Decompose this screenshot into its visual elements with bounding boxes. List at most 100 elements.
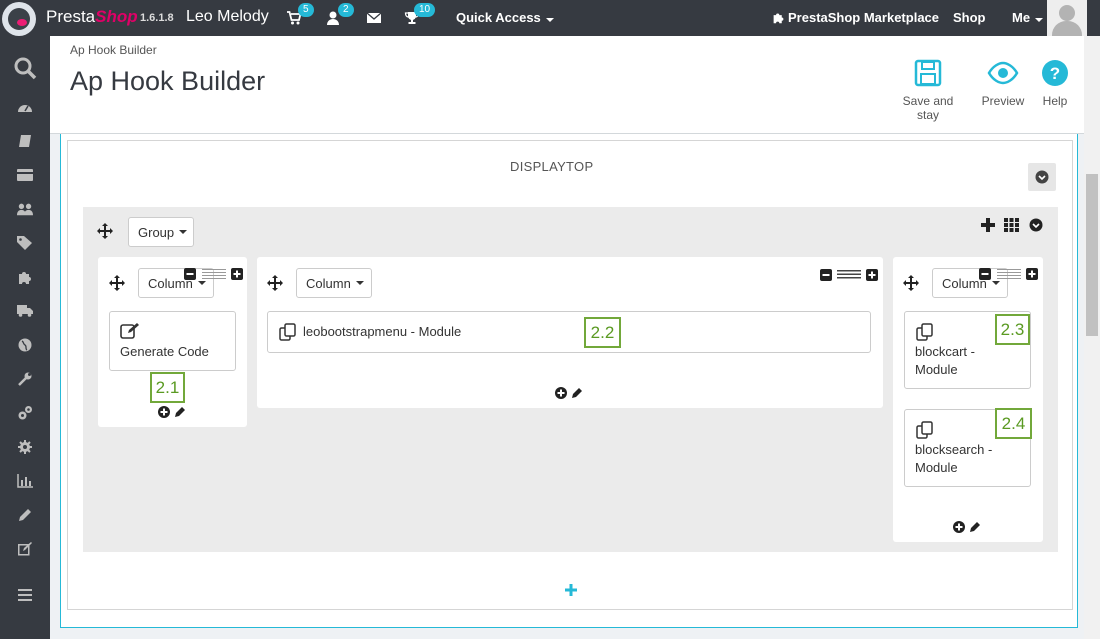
list-icon[interactable] bbox=[202, 268, 226, 280]
collapse-hook-button[interactable] bbox=[1028, 163, 1056, 191]
sidebar bbox=[0, 36, 50, 639]
arrow-down-circle-icon bbox=[1035, 170, 1049, 184]
shop-link[interactable]: Shop bbox=[953, 10, 986, 25]
add-column-icon[interactable] bbox=[981, 218, 995, 232]
group-dropdown[interactable]: Group bbox=[128, 217, 194, 247]
shipping-icon[interactable] bbox=[17, 303, 33, 319]
envelope-icon[interactable] bbox=[366, 10, 382, 26]
customers-icon[interactable] bbox=[17, 201, 33, 217]
quick-access-label: Quick Access bbox=[456, 10, 541, 25]
quick-access-dropdown[interactable]: Quick Access bbox=[456, 10, 554, 25]
top-navbar: PrestaShop 1.6.1.8 Leo Melody 5 2 10 Qui… bbox=[0, 0, 1100, 36]
move-icon[interactable] bbox=[267, 275, 283, 291]
trophy-badge: 10 bbox=[414, 3, 436, 17]
edit-icon[interactable] bbox=[17, 507, 33, 523]
move-icon[interactable] bbox=[97, 223, 113, 239]
save-and-stay-button[interactable]: Save and stay bbox=[890, 58, 966, 122]
widget-subtitle: Module bbox=[915, 460, 958, 475]
version-label: 1.6.1.8 bbox=[140, 12, 174, 24]
chevron-down-icon bbox=[991, 281, 1000, 285]
breadcrumb[interactable]: Ap Hook Builder bbox=[70, 43, 157, 57]
copy-icon bbox=[916, 323, 933, 341]
minus-icon[interactable] bbox=[979, 268, 991, 280]
minus-icon[interactable] bbox=[820, 269, 832, 281]
preview-button[interactable]: Preview bbox=[979, 58, 1027, 108]
orders-icon[interactable] bbox=[17, 133, 33, 149]
pencil-icon[interactable] bbox=[969, 521, 981, 533]
page-header: Ap Hook Builder Ap Hook Builder Save and… bbox=[50, 36, 1084, 134]
orders-badge: 5 bbox=[298, 3, 314, 17]
widget-title: Generate Code bbox=[120, 344, 209, 359]
help-label: Help bbox=[1042, 94, 1068, 108]
arrow-down-circle-icon[interactable] bbox=[1029, 218, 1043, 232]
plus-icon[interactable] bbox=[866, 269, 878, 281]
administration-icon[interactable] bbox=[17, 439, 33, 455]
shop-name-link[interactable]: Leo Melody bbox=[186, 8, 269, 26]
list-icon[interactable] bbox=[997, 268, 1021, 280]
localization-icon[interactable] bbox=[17, 337, 33, 353]
svg-text:?: ? bbox=[1050, 64, 1060, 83]
widget-title: leobootstrapmenu - Module bbox=[303, 324, 462, 339]
scrollbar[interactable] bbox=[1084, 36, 1100, 639]
pencil-icon[interactable] bbox=[571, 387, 583, 399]
catalog-icon[interactable] bbox=[17, 167, 33, 183]
search-icon[interactable] bbox=[13, 56, 37, 80]
save-and-stay-label: Save and stay bbox=[902, 94, 954, 122]
widget-title: blockcart - bbox=[915, 344, 975, 359]
hook-container: DISPLAYTOP Group Column Generate Code 2.… bbox=[67, 140, 1073, 610]
column-2: Column leobootstrapmenu - Module 2.2 bbox=[257, 257, 883, 408]
scrollbar-thumb[interactable] bbox=[1086, 174, 1098, 336]
column-dropdown-label: Column bbox=[306, 275, 351, 291]
grid-icon[interactable] bbox=[1004, 218, 1019, 232]
copy-icon bbox=[279, 323, 296, 341]
move-icon[interactable] bbox=[109, 275, 125, 291]
minus-icon[interactable] bbox=[184, 268, 196, 280]
modules-icon[interactable] bbox=[17, 269, 33, 285]
chevron-down-icon bbox=[1035, 18, 1044, 22]
add-circle-icon[interactable] bbox=[158, 406, 170, 418]
prestashop-logo[interactable] bbox=[2, 2, 36, 36]
plus-icon[interactable] bbox=[1026, 268, 1038, 280]
me-label: Me bbox=[1012, 10, 1031, 25]
add-group-icon[interactable] bbox=[565, 584, 577, 596]
list-icon[interactable] bbox=[837, 269, 861, 281]
marketplace-link[interactable]: PrestaShop Marketplace bbox=[772, 10, 939, 25]
pencil-icon[interactable] bbox=[174, 406, 186, 418]
me-dropdown[interactable]: Me bbox=[1012, 10, 1044, 25]
widget-blocksearch[interactable]: blocksearch - Module 2.4 bbox=[904, 408, 1032, 487]
price-rules-icon[interactable] bbox=[17, 235, 33, 251]
move-icon[interactable] bbox=[903, 275, 919, 291]
widget-blockcart[interactable]: blockcart - Module 2.3 bbox=[904, 311, 1031, 389]
menu-icon[interactable] bbox=[17, 587, 33, 603]
widget-leobootstrapmenu[interactable]: leobootstrapmenu - Module 2.2 bbox=[267, 311, 871, 353]
design-icon[interactable] bbox=[17, 541, 33, 557]
help-icon: ? bbox=[1042, 60, 1068, 86]
widget-generate-code[interactable]: Generate Code bbox=[109, 311, 236, 371]
advanced-icon[interactable] bbox=[17, 405, 33, 421]
preferences-icon[interactable] bbox=[17, 371, 33, 387]
page-title: Ap Hook Builder bbox=[70, 66, 266, 96]
avatar[interactable] bbox=[1047, 0, 1087, 36]
preview-label: Preview bbox=[981, 94, 1025, 108]
chevron-down-icon bbox=[179, 230, 188, 234]
help-button[interactable]: ? Help bbox=[1038, 58, 1072, 108]
dashboard-icon[interactable] bbox=[17, 99, 33, 115]
chevron-down-icon bbox=[197, 281, 206, 285]
column-1: Column Generate Code 2.1 bbox=[98, 257, 247, 427]
stats-icon[interactable] bbox=[17, 473, 33, 489]
hook-title: DISPLAYTOP bbox=[510, 159, 594, 174]
add-circle-icon[interactable] bbox=[555, 387, 567, 399]
plus-icon[interactable] bbox=[231, 268, 243, 280]
avatar-head bbox=[1059, 5, 1075, 21]
brand-shop: Shop bbox=[95, 7, 138, 26]
puzzle-icon bbox=[773, 13, 784, 24]
column-dropdown[interactable]: Column bbox=[296, 268, 372, 298]
edit-icon bbox=[120, 323, 139, 339]
hook-panel: DISPLAYTOP Group Column Generate Code 2.… bbox=[60, 134, 1078, 628]
group-container: Group Column Generate Code 2.1 Column le… bbox=[83, 207, 1058, 552]
marketplace-label: PrestaShop Marketplace bbox=[788, 10, 940, 25]
callout-label: 2.2 bbox=[584, 317, 621, 348]
save-icon bbox=[914, 59, 942, 87]
widget-subtitle: Module bbox=[915, 362, 958, 377]
add-circle-icon[interactable] bbox=[953, 521, 965, 533]
